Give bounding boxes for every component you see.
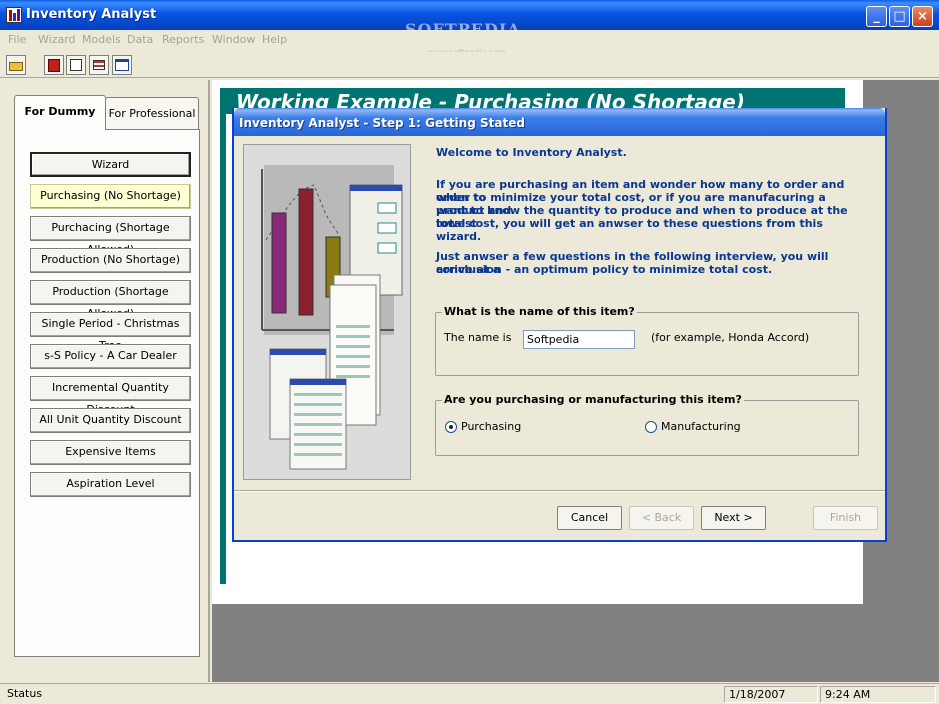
- wizard-illustration: [243, 144, 411, 480]
- purchasing-shortage-allowed-button[interactable]: Purchacing (Shortage Allowed): [30, 216, 191, 256]
- dialog-title: Inventory Analyst - Step 1: Getting Stat…: [239, 116, 525, 130]
- close-icon: ×: [917, 9, 928, 24]
- incremental-discount-button[interactable]: Incremental Quantity Discount: [30, 376, 191, 416]
- intro-line-4: total cost, you will get an anwser to th…: [436, 217, 823, 243]
- status-bar: Status 1/18/2007 9:24 AM: [0, 683, 939, 704]
- menu-data[interactable]: Data: [127, 33, 153, 46]
- menu-models[interactable]: Models: [82, 33, 121, 46]
- document-left-bar: [220, 88, 226, 584]
- back-button[interactable]: < Back: [629, 506, 694, 530]
- title-bar: Inventory Analyst SOFTPEDIA _ □ ×: [0, 0, 939, 39]
- single-period-button[interactable]: Single Period - Christmas Tree: [30, 312, 191, 352]
- window-title: Inventory Analyst: [26, 7, 157, 22]
- minimize-button[interactable]: _: [866, 6, 887, 27]
- aspiration-level-button[interactable]: Aspiration Level: [30, 472, 191, 497]
- close-button[interactable]: ×: [912, 6, 933, 27]
- item-name-label: The name is: [444, 331, 512, 344]
- item-name-input[interactable]: Softpedia: [523, 330, 635, 349]
- production-no-shortage-button[interactable]: Production (No Shortage): [30, 248, 191, 273]
- dialog-separator: [234, 490, 885, 492]
- menu-file[interactable]: File: [8, 33, 26, 46]
- status-text: Status: [7, 687, 43, 700]
- expensive-items-button[interactable]: Expensive Items: [30, 440, 191, 465]
- cancel-button[interactable]: Cancel: [557, 506, 622, 530]
- menu-help[interactable]: Help: [262, 33, 287, 46]
- interview-line-2: conclusion - an optimum policy to minimi…: [436, 263, 773, 276]
- purchasing-radio-label[interactable]: Purchasing: [461, 420, 521, 433]
- manufacturing-radio[interactable]: [645, 421, 657, 433]
- purchasing-no-shortage-button[interactable]: Purchasing (No Shortage): [30, 184, 191, 209]
- production-shortage-allowed-button[interactable]: Production (Shortage Allowed): [30, 280, 191, 320]
- wizard-button[interactable]: Wizard: [30, 152, 191, 177]
- menu-wizard[interactable]: Wizard: [38, 33, 76, 46]
- item-type-legend: Are you purchasing or manufacturing this…: [442, 393, 744, 406]
- left-panel: For Dummy For Professional Wizard Purcha…: [4, 80, 210, 682]
- chart-icon[interactable]: [89, 55, 109, 75]
- item-type-group: Are you purchasing or manufacturing this…: [435, 393, 859, 456]
- open-folder-icon[interactable]: [6, 55, 26, 75]
- item-name-legend: What is the name of this item?: [442, 305, 637, 318]
- dialog-title-bar: Inventory Analyst - Step 1: Getting Stat…: [234, 108, 885, 136]
- tab-for-dummy[interactable]: For Dummy: [14, 95, 106, 130]
- table-icon[interactable]: [112, 55, 132, 75]
- toolbar: [0, 52, 939, 78]
- status-time: 9:24 AM: [820, 686, 936, 703]
- status-date: 1/18/2007: [724, 686, 818, 703]
- finish-button[interactable]: Finish: [813, 506, 878, 530]
- maximize-icon: □: [893, 9, 906, 24]
- tab-panel: Wizard Purchasing (No Shortage) Purchaci…: [14, 129, 200, 657]
- calendar-icon[interactable]: [66, 55, 86, 75]
- app-logo-icon: [6, 7, 22, 23]
- tab-for-professional[interactable]: For Professional: [105, 97, 199, 130]
- purchasing-radio[interactable]: [445, 421, 457, 433]
- welcome-text: Welcome to Inventory Analyst.: [436, 146, 627, 159]
- menu-bar: File Wizard Models Data Reports Window H…: [0, 30, 939, 50]
- item-name-group: What is the name of this item? The name …: [435, 305, 859, 376]
- book-icon[interactable]: [44, 55, 64, 75]
- next-button[interactable]: Next >: [701, 506, 766, 530]
- chart-illustration-icon: [244, 145, 410, 479]
- menu-window[interactable]: Window: [212, 33, 255, 46]
- wizard-dialog: Inventory Analyst - Step 1: Getting Stat…: [232, 108, 887, 542]
- item-name-hint: (for example, Honda Accord): [651, 331, 810, 344]
- manufacturing-radio-label[interactable]: Manufacturing: [661, 420, 741, 433]
- maximize-button[interactable]: □: [889, 6, 910, 27]
- minimize-icon: _: [873, 9, 880, 24]
- menu-reports[interactable]: Reports: [162, 33, 204, 46]
- ss-policy-button[interactable]: s-S Policy - A Car Dealer: [30, 344, 191, 369]
- all-unit-discount-button[interactable]: All Unit Quantity Discount: [30, 408, 191, 433]
